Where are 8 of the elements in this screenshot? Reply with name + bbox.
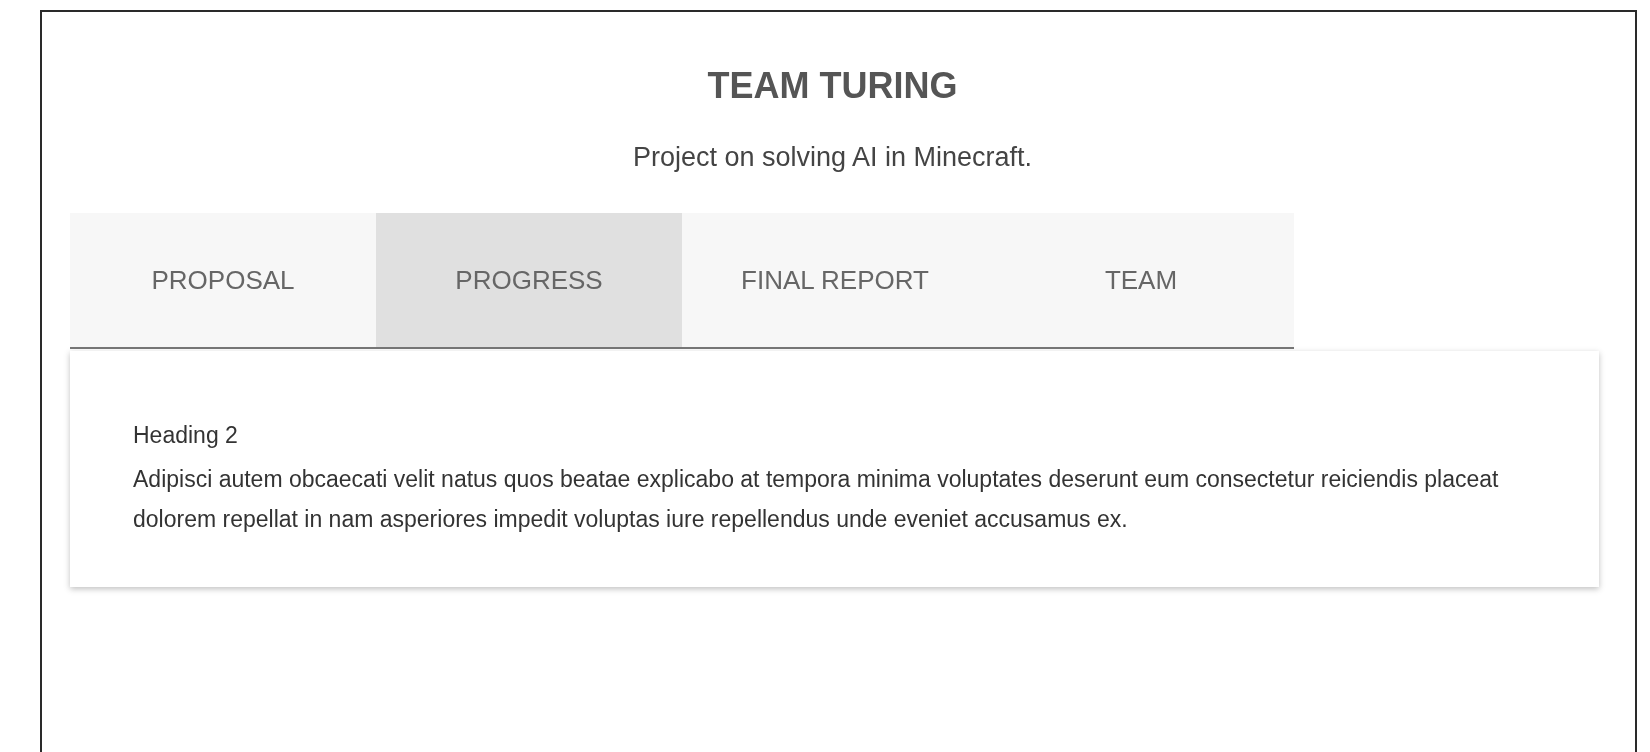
section-heading: Heading 2 [133,421,239,450]
page-title: TEAM TURING [707,68,958,104]
tab[interactable]: FINAL REPORT [682,213,988,347]
tab[interactable]: PROGRESS [376,213,682,347]
tab[interactable]: TEAM [988,213,1294,347]
page-subtitle: Project on solving AI in Minecraft. [632,144,1033,171]
tab[interactable]: PROPOSAL [70,213,376,347]
body-paragraph: Adipisci autem obcaecati velit natus quos beatae explicabo at tempora minima voluptates deserunt eum consectetur reiciendis placeat dolorem repellat in nam asperiores impedit voluptas iure repellendus unde eveniet accusamus ex. [133,464,1500,534]
